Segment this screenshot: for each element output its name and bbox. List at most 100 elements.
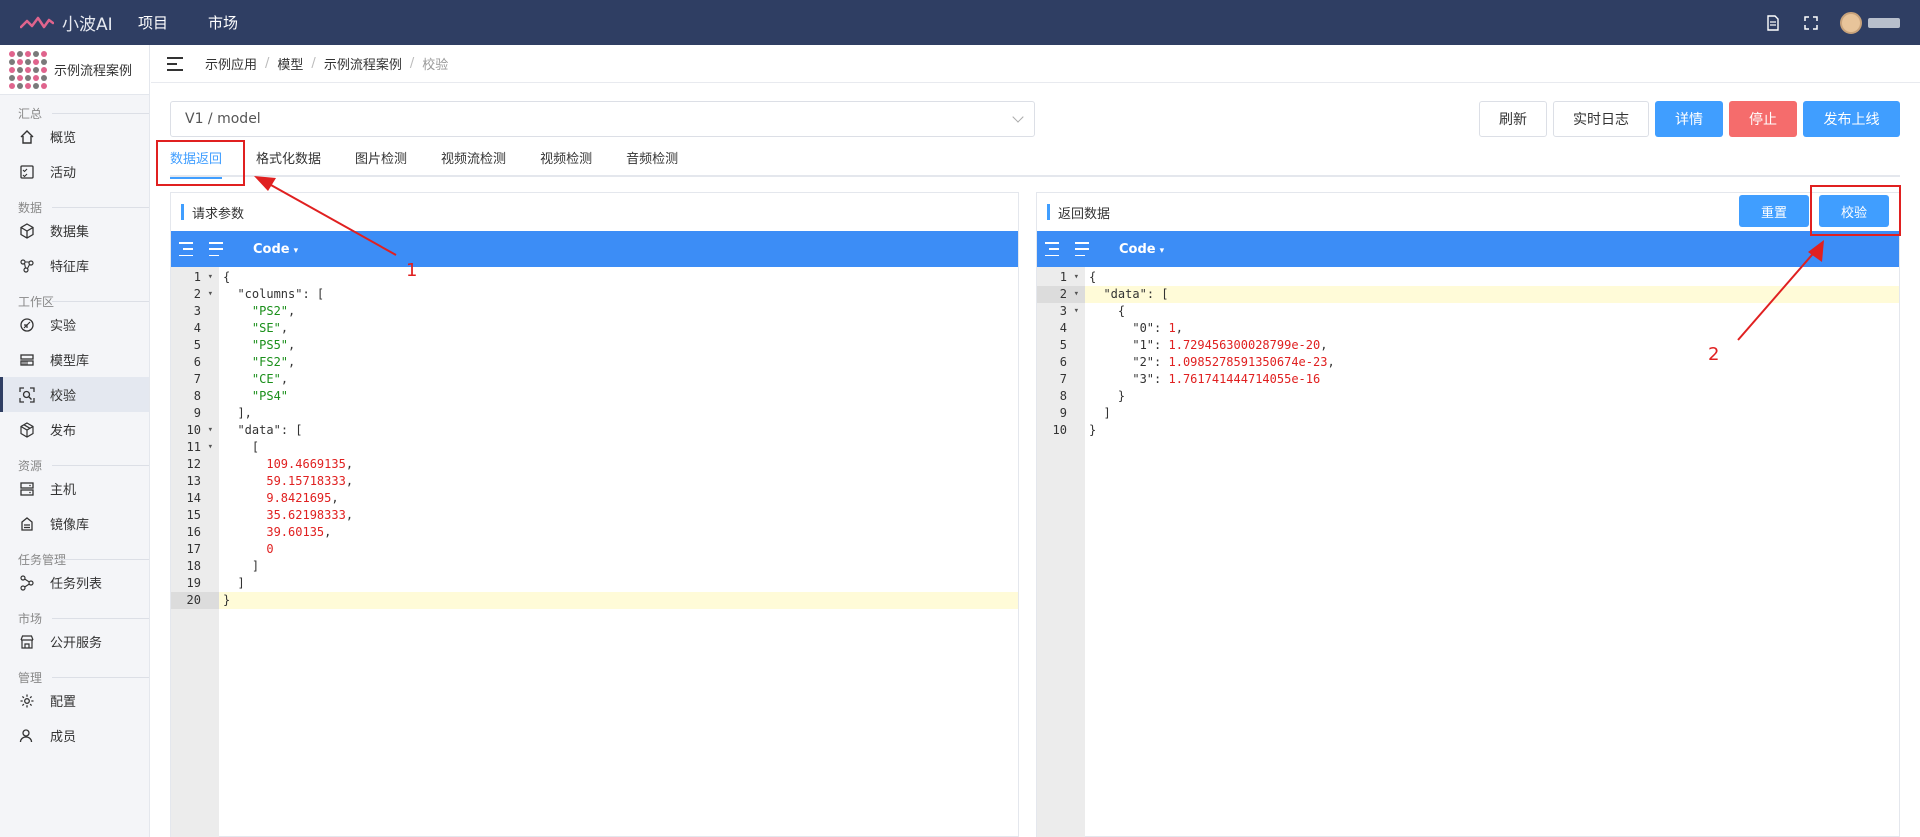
code-line: "CE", <box>251 372 289 386</box>
sidebar-item-label: 主机 <box>50 483 77 498</box>
annotation-box-validate <box>1810 185 1901 236</box>
sidebar-item-label: 配置 <box>50 695 77 710</box>
sidebar-item-experiments[interactable]: 实验 <box>0 307 149 342</box>
panel-header: 请求参数 <box>171 193 1018 231</box>
line-number: 17 <box>186 542 201 556</box>
document-icon[interactable] <box>1764 14 1782 32</box>
version-select[interactable]: V1 / model <box>170 101 1035 137</box>
sidebar-item-activity[interactable]: 活动 <box>0 154 149 189</box>
nav-market[interactable]: 市场 <box>208 12 238 33</box>
code-line: [ <box>223 440 260 454</box>
panel-title: 请求参数 <box>192 206 245 222</box>
code-line: ] <box>1089 406 1111 420</box>
compact-icon[interactable] <box>1075 242 1093 256</box>
code-editor-response[interactable]: 12345678910 { "data": [ { "0": 1, "1": 1… <box>1037 267 1899 837</box>
avatar[interactable] <box>1840 11 1862 34</box>
code-line: "columns": [ <box>237 287 325 301</box>
code-line: } <box>1089 423 1097 437</box>
format-icon[interactable] <box>1045 242 1063 256</box>
sidebar-item-label: 发布 <box>50 424 77 439</box>
sidebar-item-hosts[interactable]: 主机 <box>0 471 149 506</box>
code-line: "0": 1, <box>1132 321 1183 335</box>
cube-icon <box>18 222 36 240</box>
sidebar-group-market: 市场 <box>0 600 149 626</box>
sidebar-item-members[interactable]: 成员 <box>0 718 149 753</box>
code-editor-request[interactable]: 1234567891011121314151617181920 { "colum… <box>171 267 1018 837</box>
format-icon[interactable] <box>179 242 197 256</box>
realtime-log-button[interactable]: 实时日志 <box>1553 101 1649 137</box>
server-icon <box>18 480 36 498</box>
accent-bar <box>181 204 184 220</box>
detail-button[interactable]: 详情 <box>1655 101 1723 137</box>
fullscreen-icon[interactable] <box>1802 14 1820 32</box>
username-blurred[interactable] <box>1868 17 1900 28</box>
top-navbar: 小波AI 项目 市场 <box>0 0 1920 45</box>
code-line: "PS2", <box>251 304 296 318</box>
code-content[interactable]: { "columns": [ "PS2", "SE", "PS5", "FS2"… <box>219 267 1018 837</box>
sidebar-item-images[interactable]: 镜像库 <box>0 506 149 541</box>
sidebar: 示例流程案例 汇总 概览 活动 数据 数据集 特征库 工作区 实验 模型库 校验… <box>0 45 150 837</box>
code-content[interactable]: { "data": [ { "0": 1, "1": 1.72945630002… <box>1085 267 1899 837</box>
code-line: } <box>1089 389 1126 403</box>
nav-projects[interactable]: 项目 <box>138 12 168 33</box>
sidebar-item-task-list[interactable]: 任务列表 <box>0 565 149 600</box>
editor-toolbar: Code ▾ <box>171 231 1018 267</box>
breadcrumb-item[interactable]: 示例流程案例 <box>324 54 402 73</box>
tab-video-stream-detection[interactable]: 视频流检测 <box>441 145 506 177</box>
sidebar-item-public-services[interactable]: 公开服务 <box>0 624 149 659</box>
sidebar-item-validate[interactable]: 校验 <box>0 377 149 412</box>
line-number: 4 <box>193 321 201 335</box>
menu-collapse-icon[interactable] <box>167 56 185 71</box>
publish-button[interactable]: 发布上线 <box>1803 101 1900 137</box>
code-line: "SE", <box>251 321 289 335</box>
line-number: 5 <box>1059 338 1067 352</box>
panel-title: 返回数据 <box>1058 206 1111 222</box>
tab-formatted-data[interactable]: 格式化数据 <box>256 145 321 177</box>
sidebar-item-label: 实验 <box>50 319 77 334</box>
code-line: "3": 1.761741444714055e-16 <box>1132 372 1321 386</box>
molecule-icon <box>18 257 36 275</box>
code-line: 35.62198333, <box>266 508 354 522</box>
sidebar-item-label: 概览 <box>50 131 77 146</box>
refresh-button[interactable]: 刷新 <box>1479 101 1547 137</box>
code-line: "1": 1.729456300028799e-20, <box>1132 338 1328 352</box>
compact-icon[interactable] <box>209 242 227 256</box>
stop-button[interactable]: 停止 <box>1729 101 1797 137</box>
breadcrumb-current: 校验 <box>422 58 449 73</box>
tab-audio-detection[interactable]: 音频检测 <box>626 145 678 177</box>
breadcrumb-separator: / <box>409 56 415 71</box>
sidebar-item-label: 校验 <box>50 389 77 404</box>
sidebar-item-publish[interactable]: 发布 <box>0 412 149 447</box>
sidebar-item-models[interactable]: 模型库 <box>0 342 149 377</box>
tab-video-detection[interactable]: 视频检测 <box>540 145 592 177</box>
breadcrumb-item[interactable]: 示例应用 <box>205 54 257 73</box>
project-logo-icon <box>8 50 48 90</box>
breadcrumb-item[interactable]: 模型 <box>277 54 303 73</box>
wave-logo-icon <box>20 16 54 28</box>
line-number: 10 <box>171 422 219 439</box>
mode-select[interactable]: Code ▾ <box>253 242 298 257</box>
code-line: 0 <box>266 542 274 556</box>
breadcrumb-separator: / <box>311 56 316 71</box>
sidebar-item-config[interactable]: 配置 <box>0 683 149 718</box>
sidebar-group-tasks: 任务管理 <box>0 541 149 567</box>
line-number: 6 <box>193 355 201 369</box>
sidebar-item-overview[interactable]: 概览 <box>0 119 149 154</box>
reset-button[interactable]: 重置 <box>1739 195 1809 227</box>
app-brand: 小波AI <box>62 15 113 35</box>
editor-toolbar: Code ▾ <box>1037 231 1899 267</box>
line-number: 8 <box>193 389 201 403</box>
sidebar-item-features[interactable]: 特征库 <box>0 248 149 283</box>
shop-icon <box>18 633 36 651</box>
project-header[interactable]: 示例流程案例 <box>0 45 149 95</box>
app-logo[interactable]: 小波AI <box>20 10 138 35</box>
tab-image-detection[interactable]: 图片检测 <box>355 145 407 177</box>
sidebar-item-datasets[interactable]: 数据集 <box>0 213 149 248</box>
sidebar-group-resources: 资源 <box>0 447 149 473</box>
line-number: 19 <box>186 576 201 590</box>
sidebar-group-data: 数据 <box>0 189 149 215</box>
annotation-box-tab <box>156 140 245 186</box>
mode-select[interactable]: Code ▾ <box>1119 242 1164 257</box>
gear-icon <box>18 692 36 710</box>
share-icon <box>18 574 36 592</box>
